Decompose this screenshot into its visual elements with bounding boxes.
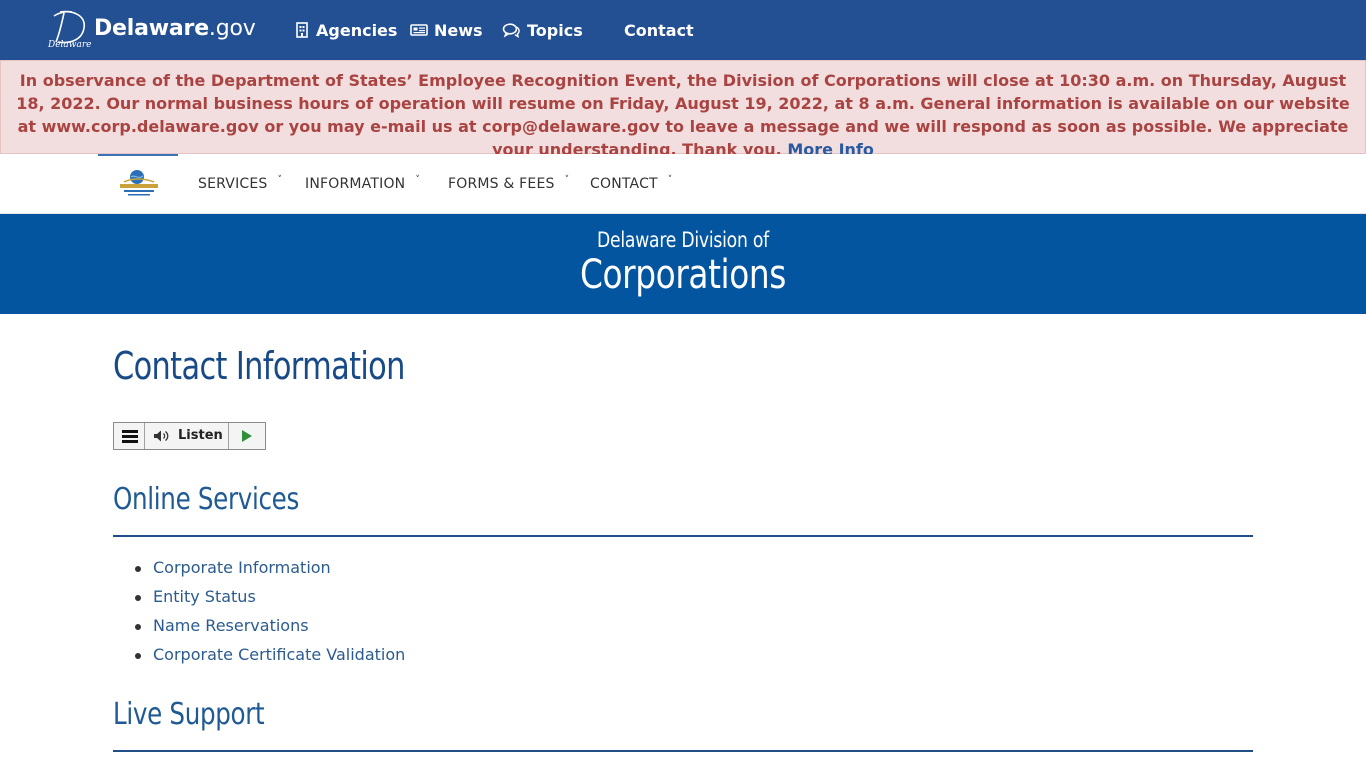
list-item: Name Reservations: [135, 613, 405, 642]
bullet: [135, 653, 141, 659]
menu-bar: [122, 435, 138, 438]
section-heading-live-support: Live Support: [113, 697, 265, 732]
bullet: [135, 624, 141, 630]
menu-contact[interactable]: CONTACT ˅: [590, 154, 673, 214]
play-button[interactable]: [229, 423, 265, 449]
readspeaker-player: Listen: [113, 422, 266, 450]
listen-button[interactable]: Listen: [145, 423, 229, 449]
delaware-gov-logo[interactable]: Delaware Delaware.gov: [48, 8, 258, 52]
link-certificate-validation[interactable]: Corporate Certificate Validation: [153, 645, 405, 664]
gov-nav-topics[interactable]: Topics: [502, 0, 583, 60]
page-title: Contact Information: [113, 344, 405, 388]
newspaper-icon: [410, 24, 428, 36]
menu-bar: [122, 430, 138, 433]
online-services-list: Corporate Information Entity Status Name…: [135, 555, 405, 671]
menu-information[interactable]: INFORMATION ˅: [305, 154, 420, 214]
chevron-down-icon: ˅: [667, 175, 673, 185]
banner-subtitle: Delaware Division of: [597, 228, 769, 252]
link-name-reservations[interactable]: Name Reservations: [153, 616, 309, 635]
menu-services-label: SERVICES: [198, 176, 268, 192]
brand-suffix: .gov: [208, 16, 256, 41]
bullet: [135, 566, 141, 572]
gov-nav-contact-label: Contact: [624, 20, 694, 40]
link-entity-status[interactable]: Entity Status: [153, 587, 256, 606]
logo-caption: Delaware: [48, 40, 92, 50]
gov-nav-agencies-label: Agencies: [316, 20, 398, 40]
delaware-corporations-seal-icon: [120, 170, 158, 196]
site-nav: SERVICES ˅ INFORMATION ˅ FORMS & FEES ˅ CON…: [0, 154, 1366, 214]
closure-alert: In observance of the Department of State…: [0, 60, 1366, 159]
chevron-down-icon: ˅: [415, 175, 421, 185]
menu-forms-fees[interactable]: FORMS & FEES ˅: [448, 154, 569, 214]
gov-nav-news-label: News: [434, 20, 483, 40]
menu-bar: [122, 440, 138, 443]
list-item: Corporate Information: [135, 555, 405, 584]
chevron-down-icon: ˅: [564, 175, 570, 185]
menu-forms-fees-label: FORMS & FEES: [448, 176, 555, 192]
gov-nav-news[interactable]: News: [410, 0, 483, 60]
list-item: Corporate Certificate Validation: [135, 642, 405, 671]
gov-nav-topics-label: Topics: [527, 20, 583, 40]
division-banner: Delaware Division of Corporations: [0, 214, 1366, 314]
menu-services[interactable]: SERVICES ˅: [198, 154, 282, 214]
gov-nav-agencies[interactable]: Agencies: [294, 0, 397, 60]
menu-information-label: INFORMATION: [305, 176, 406, 192]
alert-message: In observance of the Department of State…: [16, 71, 1350, 159]
banner-title: Corporations: [580, 252, 786, 298]
section-divider: [113, 535, 1253, 537]
gov-nav-contact[interactable]: Contact: [624, 0, 694, 60]
speaker-icon: [154, 430, 169, 442]
section-heading-online-services: Online Services: [113, 482, 299, 517]
menu-contact-label: CONTACT: [590, 176, 658, 192]
play-icon: [242, 430, 252, 442]
corporations-logo-link[interactable]: [98, 154, 178, 214]
list-item: Entity Status: [135, 584, 405, 613]
brand-prefix: Delaware: [94, 16, 209, 41]
section-divider: [113, 750, 1253, 752]
chat-bubbles-icon: [502, 23, 520, 38]
player-menu-button[interactable]: [114, 423, 145, 449]
gov-top-bar: Delaware Delaware.gov Agencies News Topi…: [0, 0, 1366, 60]
link-corporate-information[interactable]: Corporate Information: [153, 558, 331, 577]
bullet: [135, 595, 141, 601]
brand-name: Delaware.gov: [94, 16, 256, 41]
chevron-down-icon: ˅: [277, 175, 283, 185]
listen-label: Listen: [178, 428, 223, 443]
building-icon: [296, 22, 308, 38]
